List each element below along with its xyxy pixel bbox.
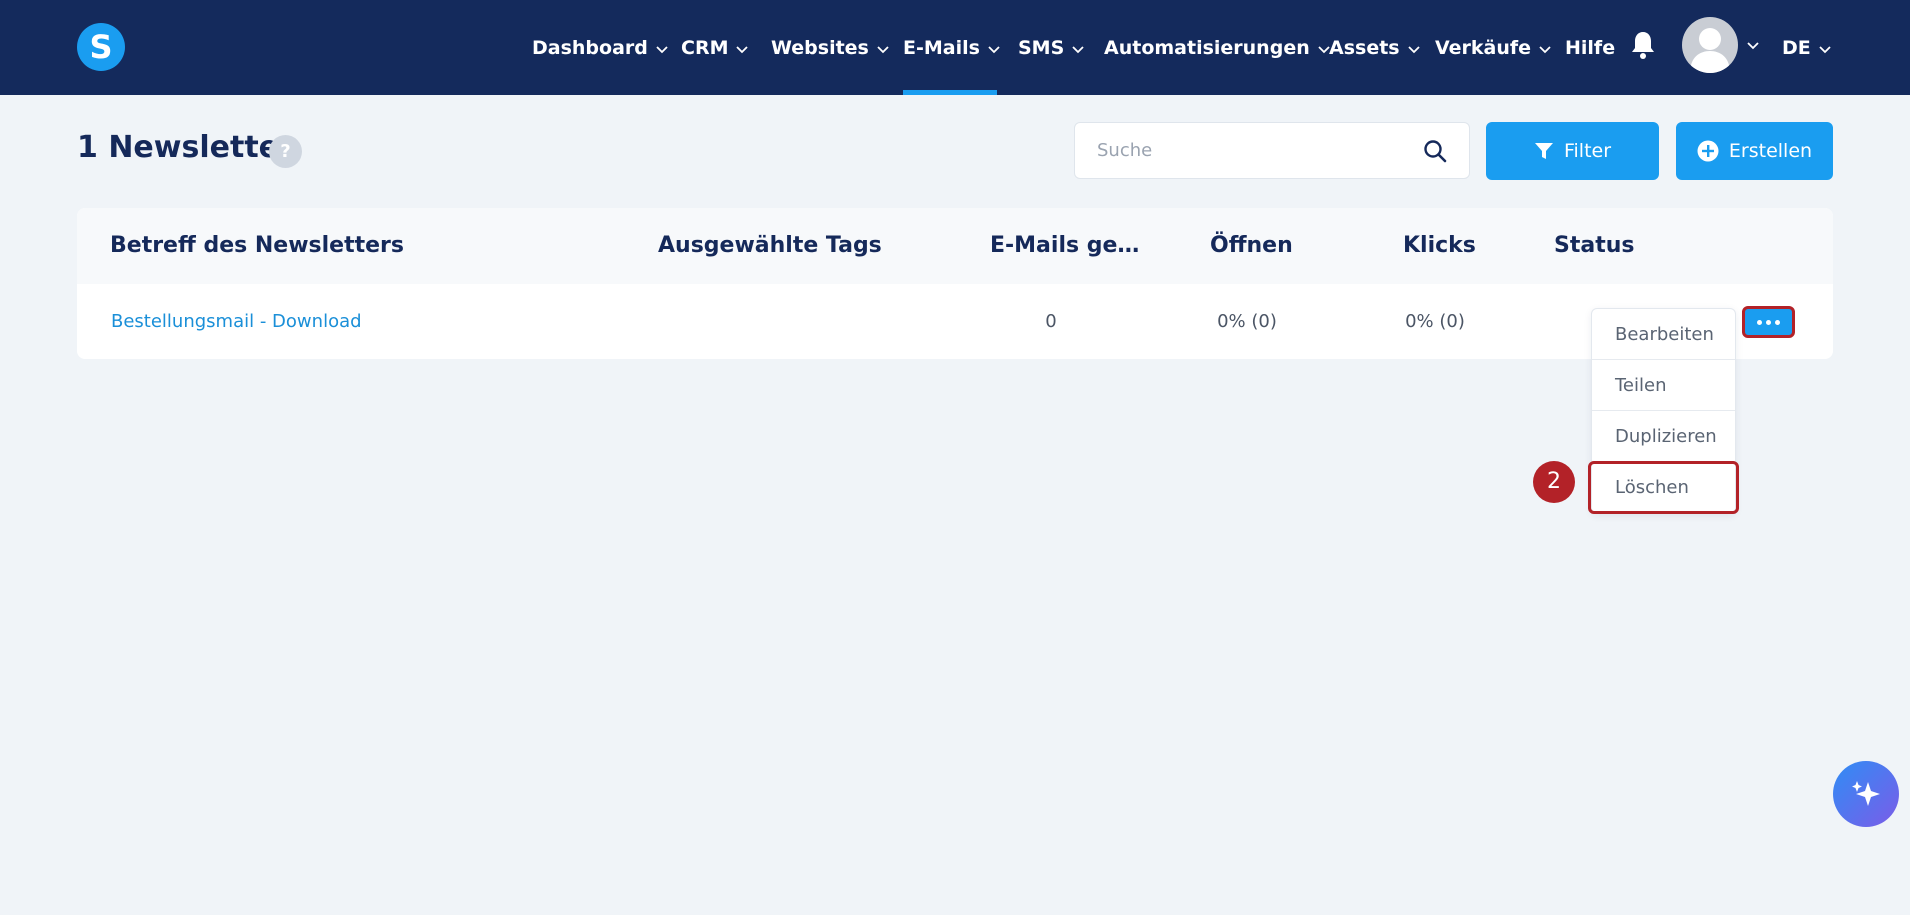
- column-header-emails-sent[interactable]: E-Mails ge...: [990, 208, 1140, 284]
- nav-item-verkaeufe[interactable]: Verkäufe: [1435, 0, 1552, 95]
- filter-label: Filter: [1563, 140, 1612, 162]
- column-header-clicks[interactable]: Klicks: [1403, 208, 1523, 284]
- nav-label: SMS: [1018, 36, 1065, 59]
- sparkle-icon: [1852, 781, 1880, 806]
- chevron-down-icon: [1072, 45, 1084, 53]
- chevron-down-icon: [877, 45, 889, 53]
- step-badge: 2: [1533, 461, 1575, 503]
- nav-item-websites[interactable]: Websites: [771, 0, 890, 95]
- nav-label: Websites: [771, 36, 869, 59]
- nav-item-hilfe[interactable]: Hilfe: [1565, 0, 1615, 95]
- chevron-down-icon: [736, 45, 749, 53]
- column-header-status[interactable]: Status: [1554, 208, 1694, 284]
- ai-assistant-button[interactable]: [1833, 761, 1899, 827]
- search-input[interactable]: [1075, 123, 1415, 178]
- nav-item-e-mails[interactable]: E-Mails: [903, 0, 1001, 95]
- nav-label: Verkäufe: [1435, 36, 1532, 59]
- column-header-subject[interactable]: Betreff des Newsletters: [110, 208, 590, 284]
- nav-label: E-Mails: [903, 36, 980, 59]
- dot: [1775, 319, 1780, 325]
- nav-label: CRM: [681, 36, 729, 59]
- plus-circle-icon: [1697, 140, 1719, 162]
- chevron-down-icon: [1407, 45, 1420, 53]
- bell-icon[interactable]: [1630, 30, 1656, 60]
- chevron-down-icon: [656, 45, 668, 53]
- chevron-down-icon: [1819, 45, 1831, 53]
- active-nav-indicator: [903, 90, 997, 95]
- menu-item-teilen[interactable]: Teilen: [1592, 360, 1735, 411]
- chevron-down-icon: [988, 45, 1000, 53]
- nav-label: Hilfe: [1565, 36, 1616, 59]
- nav-label: Automatisierungen: [1104, 36, 1310, 59]
- column-header-opens[interactable]: Öffnen: [1210, 208, 1340, 284]
- nav-item-automatisierungen[interactable]: Automatisierungen: [1104, 0, 1331, 95]
- user-icon: [1690, 28, 1730, 73]
- chevron-down-icon: [1539, 45, 1551, 53]
- menu-item-duplizieren[interactable]: Duplizieren: [1592, 411, 1735, 462]
- language-selector[interactable]: DE: [1782, 0, 1832, 95]
- table-header: Betreff des Newsletters Ausgewählte Tags…: [77, 208, 1833, 284]
- avatar[interactable]: [1682, 17, 1738, 73]
- menu-item-bearbeiten[interactable]: Bearbeiten: [1592, 309, 1735, 360]
- nav-item-dashboard[interactable]: Dashboard: [532, 0, 669, 95]
- help-icon[interactable]: ?: [269, 135, 302, 168]
- language-label: DE: [1782, 36, 1811, 59]
- dot: [1757, 319, 1762, 325]
- search-icon[interactable]: [1423, 139, 1447, 163]
- row-clicks: 0% (0): [1405, 311, 1465, 332]
- menu-item-loeschen[interactable]: Löschen: [1592, 462, 1735, 513]
- row-emails-sent: 0: [1045, 311, 1057, 332]
- chevron-down-icon[interactable]: [1746, 38, 1760, 52]
- nav-item-sms[interactable]: SMS: [1018, 0, 1085, 95]
- newsletter-subject-link[interactable]: Bestellungsmail - Download: [111, 284, 362, 359]
- app-logo[interactable]: S: [77, 23, 125, 71]
- row-actions-menu: Bearbeiten Teilen Duplizieren Löschen: [1591, 308, 1736, 514]
- nav-item-crm[interactable]: CRM: [681, 0, 749, 95]
- dot: [1766, 319, 1771, 325]
- nav-item-assets[interactable]: Assets: [1329, 0, 1421, 95]
- page-title: 1 Newsletter: [77, 130, 294, 165]
- filter-icon: [1534, 143, 1553, 159]
- search-box: [1074, 122, 1470, 179]
- nav-label: Assets: [1329, 36, 1400, 59]
- nav-label: Dashboard: [532, 36, 648, 59]
- create-label: Erstellen: [1728, 140, 1813, 162]
- top-navigation-bar: S Dashboard CRM Websites E-Mails SMS Aut…: [0, 0, 1910, 95]
- row-opens: 0% (0): [1217, 311, 1277, 332]
- filter-button[interactable]: Filter: [1486, 122, 1659, 180]
- column-header-tags[interactable]: Ausgewählte Tags: [658, 208, 918, 284]
- row-actions-button[interactable]: [1742, 306, 1795, 338]
- newsletter-table: Betreff des Newsletters Ausgewählte Tags…: [77, 208, 1833, 359]
- create-button[interactable]: Erstellen: [1676, 122, 1833, 180]
